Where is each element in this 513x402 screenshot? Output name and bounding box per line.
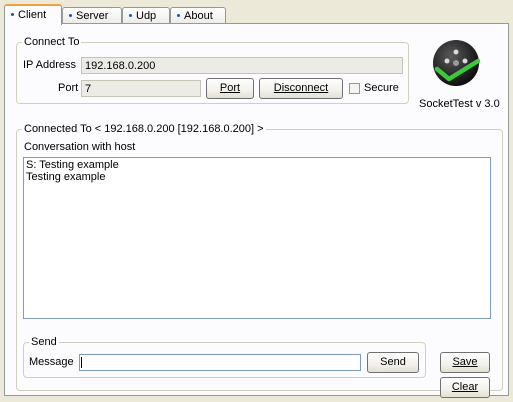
connected-to-group: Connected To < 192.168.0.200 [192.168.0.… <box>16 122 503 398</box>
secure-checkbox[interactable] <box>349 83 360 94</box>
tab-server[interactable]: Server <box>62 7 122 24</box>
tab-dot-icon <box>69 13 72 17</box>
tab-about[interactable]: About <box>170 7 226 24</box>
port-button[interactable]: Port <box>206 78 254 99</box>
send-group: Send Message Send <box>23 335 426 378</box>
message-label: Message <box>29 356 74 368</box>
connect-to-group: Connect To IP Address 192.168.0.200 Port… <box>16 35 409 104</box>
text-caret <box>81 357 82 368</box>
clear-button[interactable]: Clear <box>440 377 490 398</box>
connect-to-legend: Connect To <box>22 35 82 49</box>
conversation-label: Conversation with host <box>24 141 136 153</box>
tab-dot-icon <box>129 13 132 17</box>
conversation-line: Testing example <box>26 171 106 183</box>
tab-dot-icon <box>11 12 14 16</box>
save-button[interactable]: Save <box>440 352 490 373</box>
disconnect-button[interactable]: Disconnect <box>259 78 343 99</box>
ip-address-label: IP Address <box>23 59 76 71</box>
tab-dot-icon <box>177 13 180 17</box>
send-legend: Send <box>29 335 59 349</box>
client-panel: Connect To IP Address 192.168.0.200 Port… <box>4 23 509 398</box>
ip-address-input[interactable]: 192.168.0.200 <box>81 57 403 74</box>
tab-udp[interactable]: Udp <box>122 7 170 24</box>
conversation-line: S: Testing example <box>26 159 119 171</box>
version-label: SocketTest v 3.0 <box>419 98 500 110</box>
sockettest-logo-icon <box>432 39 481 87</box>
tab-client[interactable]: Client <box>4 4 62 25</box>
send-button[interactable]: Send <box>367 352 419 373</box>
conversation-textarea[interactable]: S: Testing example Testing example <box>23 157 491 319</box>
port-input[interactable]: 7 <box>81 80 201 97</box>
message-input[interactable] <box>79 354 361 371</box>
port-label: Port <box>58 82 79 94</box>
connected-to-legend: Connected To < 192.168.0.200 [192.168.0.… <box>22 122 266 136</box>
secure-label: Secure <box>364 82 399 94</box>
